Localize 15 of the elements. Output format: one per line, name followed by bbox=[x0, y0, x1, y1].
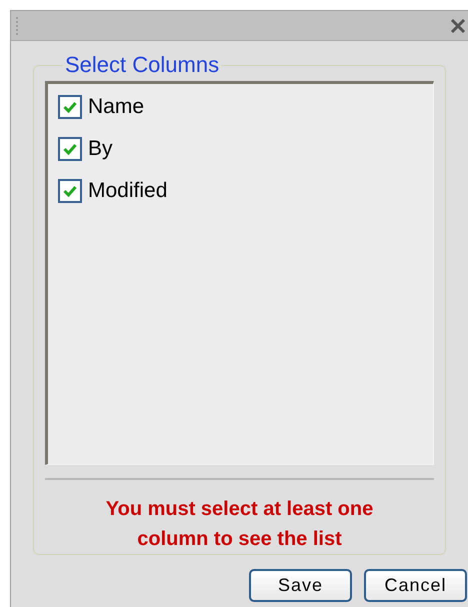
save-button[interactable]: Save bbox=[249, 569, 352, 602]
error-message: You must select at least one column to see the list bbox=[104, 497, 374, 552]
checkbox[interactable] bbox=[58, 95, 82, 119]
column-label: By bbox=[88, 136, 113, 162]
column-label: Name bbox=[88, 94, 144, 120]
grip-icon bbox=[15, 16, 19, 34]
checkbox[interactable] bbox=[58, 137, 82, 161]
cancel-button[interactable]: Cancel bbox=[364, 569, 467, 602]
group-title: Select Columns bbox=[64, 53, 220, 77]
close-icon[interactable] bbox=[450, 18, 466, 34]
checkbox[interactable] bbox=[58, 179, 82, 203]
checkmark-icon bbox=[63, 143, 77, 155]
checkmark-icon bbox=[63, 101, 77, 113]
column-label: Modified bbox=[88, 178, 168, 204]
checkmark-icon bbox=[63, 185, 77, 197]
